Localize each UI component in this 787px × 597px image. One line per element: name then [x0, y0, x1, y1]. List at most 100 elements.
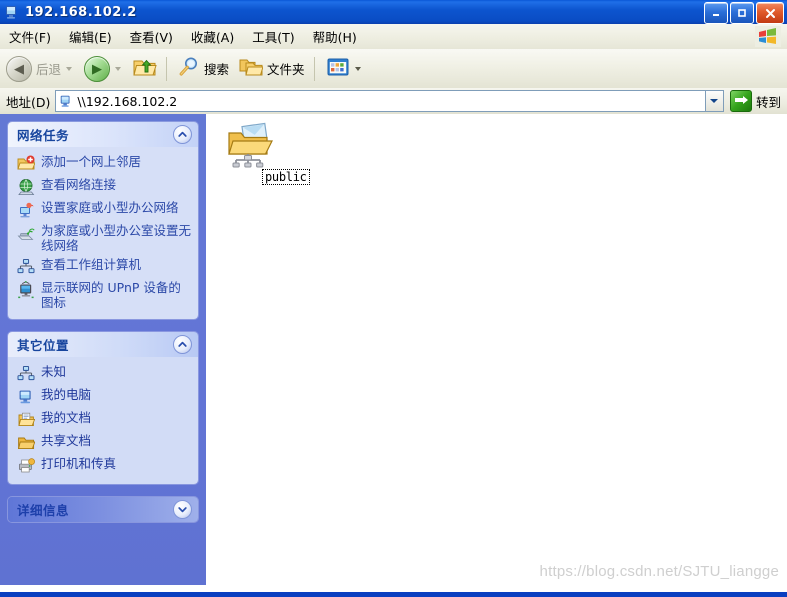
- my-documents-icon: [17, 411, 36, 429]
- toolbar-separator-2: [313, 56, 315, 81]
- go-arrow-icon: [729, 90, 752, 112]
- folders-icon: [239, 56, 264, 81]
- views-grid-icon: [326, 56, 350, 81]
- panel-title: 详细信息: [17, 503, 70, 518]
- panel-body-other-places: 未知 我的电脑 我的文档 共享文档 打印机和传真: [8, 357, 198, 484]
- panel-title: 其它位置: [17, 338, 70, 353]
- task-setup-home-office-network[interactable]: 设置家庭或小型办公网络: [8, 198, 198, 221]
- forward-button[interactable]: ▶: [80, 53, 127, 85]
- panel-details: 详细信息: [8, 497, 198, 522]
- menu-file[interactable]: 文件(F): [0, 24, 60, 49]
- panel-other-places: 其它位置 未知 我的电脑 我的文档 共享文档 打印机和传真: [8, 332, 198, 484]
- search-label: 搜索: [204, 62, 230, 77]
- task-label: 查看网络连接: [41, 177, 117, 192]
- computer-icon: [4, 4, 20, 20]
- task-view-workgroup-computers[interactable]: 查看工作组计算机: [8, 255, 198, 278]
- go-label: 转到: [755, 94, 781, 110]
- place-my-documents[interactable]: 我的文档: [8, 408, 198, 431]
- task-label: 查看工作组计算机: [41, 257, 142, 272]
- task-view-network-connections[interactable]: 查看网络连接: [8, 175, 198, 198]
- place-label: 打印机和传真: [41, 456, 117, 471]
- task-label: 显示联网的 UPnP 设备的图标: [41, 280, 181, 310]
- task-label: 为家庭或小型办公室设置无线网络: [41, 223, 192, 253]
- search-icon: [178, 56, 200, 81]
- watermark-text: https://blog.csdn.net/SJTU_liangge: [539, 563, 779, 580]
- window-title: 192.168.102.2: [25, 4, 137, 20]
- toolbar: ◀ 后退 ▶ 搜索 文件夹: [0, 49, 787, 89]
- toolbar-separator-1: [166, 56, 168, 81]
- menu-tools[interactable]: 工具(T): [243, 24, 303, 49]
- up-folder-icon: [133, 56, 157, 81]
- status-bar: [0, 592, 787, 597]
- panel-body-network-tasks: 添加一个网上邻居 查看网络连接 设置家庭或小型办公网络 为家庭或小型办公室设置无…: [8, 147, 198, 319]
- shared-documents-icon: [17, 434, 36, 452]
- menu-help[interactable]: 帮助(H): [304, 24, 366, 49]
- views-dropdown-icon[interactable]: [354, 66, 361, 71]
- chevron-down-icon[interactable]: [173, 500, 192, 519]
- place-unknown[interactable]: 未知: [8, 362, 198, 385]
- panel-header-details[interactable]: 详细信息: [8, 497, 198, 522]
- place-label: 未知: [41, 364, 67, 379]
- upnp-devices-icon: [17, 281, 35, 299]
- back-arrow-icon: ◀: [6, 55, 32, 82]
- list-item[interactable]: public: [220, 122, 330, 185]
- panel-title: 网络任务: [17, 128, 70, 143]
- task-show-upnp-devices[interactable]: 显示联网的 UPnP 设备的图标: [8, 278, 198, 312]
- place-my-computer[interactable]: 我的电脑: [8, 385, 198, 408]
- task-pane: 网络任务 添加一个网上邻居 查看网络连接 设置家庭或小型办公网络 为家庭或小型办…: [0, 114, 206, 585]
- chevron-up-icon[interactable]: [173, 335, 192, 354]
- place-label: 共享文档: [41, 433, 92, 448]
- close-button[interactable]: [756, 2, 784, 24]
- computer-icon: [59, 94, 73, 108]
- back-dropdown-icon[interactable]: [66, 66, 73, 71]
- my-computer-icon: [17, 388, 35, 406]
- content-area: 网络任务 添加一个网上邻居 查看网络连接 设置家庭或小型办公网络 为家庭或小型办…: [0, 114, 787, 592]
- shared-network-folder-icon: [226, 122, 274, 170]
- address-dropdown-button[interactable]: [705, 90, 724, 112]
- file-label: public: [262, 169, 310, 185]
- panel-header-other-places[interactable]: 其它位置: [8, 332, 198, 357]
- explorer-window: 192.168.102.2 文件(F) 编辑(E) 查看(V) 收藏(A) 工具…: [0, 0, 787, 597]
- address-bar: 地址(D) \\192.168.102.2 转到: [0, 88, 787, 115]
- address-input[interactable]: \\192.168.102.2: [55, 90, 706, 112]
- folders-button[interactable]: 文件夹: [235, 53, 309, 85]
- menu-view[interactable]: 查看(V): [121, 24, 182, 49]
- task-add-network-place[interactable]: 添加一个网上邻居: [8, 152, 198, 175]
- network-connections-icon: [17, 178, 35, 196]
- address-value: \\192.168.102.2: [77, 93, 178, 109]
- folders-label: 文件夹: [267, 62, 305, 77]
- place-label: 我的电脑: [41, 387, 92, 402]
- menu-bar: 文件(F) 编辑(E) 查看(V) 收藏(A) 工具(T) 帮助(H): [0, 24, 787, 50]
- chevron-up-icon[interactable]: [173, 125, 192, 144]
- menu-edit[interactable]: 编辑(E): [60, 24, 121, 49]
- wireless-network-icon: [17, 224, 35, 242]
- title-bar[interactable]: 192.168.102.2: [0, 0, 787, 24]
- workgroup-computers-icon: [17, 258, 35, 276]
- back-button[interactable]: ◀ 后退: [2, 53, 78, 85]
- window-controls: [704, 2, 784, 24]
- files-pane[interactable]: public https://blog.csdn.net/SJTU_liangg…: [206, 114, 787, 592]
- task-label: 设置家庭或小型办公网络: [41, 200, 179, 215]
- address-label: 地址(D): [6, 94, 51, 110]
- network-icon: [17, 365, 35, 383]
- place-label: 我的文档: [41, 410, 92, 425]
- up-button[interactable]: [129, 53, 161, 85]
- setup-network-icon: [17, 201, 35, 219]
- place-printers-and-faxes[interactable]: 打印机和传真: [8, 454, 198, 477]
- printers-faxes-icon: [17, 457, 35, 475]
- forward-arrow-icon: ▶: [84, 55, 111, 82]
- menu-favorites[interactable]: 收藏(A): [182, 24, 243, 49]
- maximize-button[interactable]: [730, 2, 754, 24]
- add-network-place-icon: [17, 155, 36, 173]
- windows-flag-icon: [755, 26, 781, 47]
- go-button[interactable]: 转到: [728, 90, 787, 112]
- panel-header-network-tasks[interactable]: 网络任务: [8, 122, 198, 147]
- place-shared-documents[interactable]: 共享文档: [8, 431, 198, 454]
- panel-network-tasks: 网络任务 添加一个网上邻居 查看网络连接 设置家庭或小型办公网络 为家庭或小型办…: [8, 122, 198, 319]
- chevron-down-icon: [710, 99, 719, 103]
- views-button[interactable]: [322, 53, 367, 85]
- minimize-button[interactable]: [704, 2, 728, 24]
- forward-dropdown-icon[interactable]: [115, 66, 122, 71]
- task-setup-wireless-network[interactable]: 为家庭或小型办公室设置无线网络: [8, 221, 198, 255]
- search-button[interactable]: 搜索: [174, 53, 233, 85]
